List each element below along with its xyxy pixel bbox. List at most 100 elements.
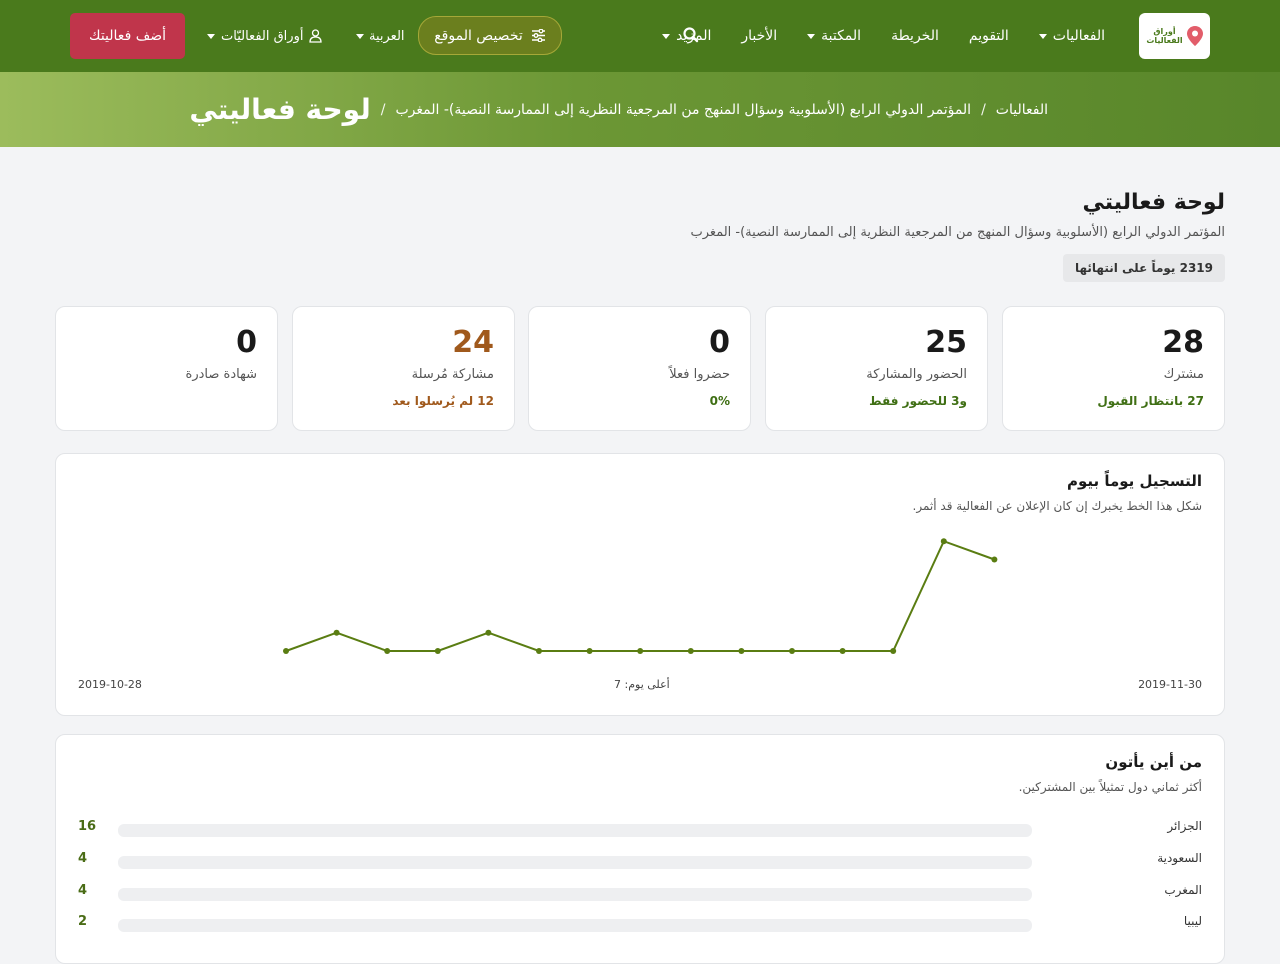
country-name: السعودية bbox=[1157, 851, 1202, 865]
country-bar bbox=[118, 919, 1032, 932]
stat-value: 0 bbox=[236, 325, 257, 360]
breadcrumb-event-link[interactable]: المؤتمر الدولي الرابع (الأسلوبية وسؤال ا… bbox=[395, 102, 971, 118]
stat-value: 24 bbox=[452, 325, 494, 360]
account-label: أوراق الفعاليّات bbox=[221, 28, 304, 44]
main-nav: الفعاليات التقويم الخريطة المكتبة الأخبا… bbox=[662, 0, 1105, 72]
chart-start-date: 2019-10-28 bbox=[78, 678, 142, 691]
customize-label: تخصيص الموقع bbox=[434, 27, 523, 44]
chart-point bbox=[789, 648, 795, 654]
country-bar bbox=[118, 888, 1032, 901]
stat-label: مشترك bbox=[1163, 367, 1204, 382]
add-event-button[interactable]: أضف فعاليتك bbox=[70, 13, 185, 59]
stat-card-certificates: 0 شهادة صادرة bbox=[55, 306, 278, 431]
breadcrumb-current: لوحة فعاليتي bbox=[189, 93, 371, 126]
language-switcher[interactable]: العربية bbox=[356, 0, 405, 72]
country-name: الجزائر bbox=[1167, 819, 1202, 833]
stat-sub: و3 للحضور فقط bbox=[869, 394, 967, 408]
days-remaining-badge: 2319 يوماً على انتهائها bbox=[1062, 254, 1225, 282]
account-menu[interactable]: أوراق الفعاليّات bbox=[207, 0, 323, 72]
stats-row: 28 مشترك 27 بانتظار القبول 25 الحضور وال… bbox=[55, 306, 1225, 431]
stat-sub: 27 بانتظار القبول bbox=[1097, 394, 1204, 408]
caret-down-icon bbox=[662, 33, 671, 39]
caret-down-icon bbox=[356, 33, 364, 39]
country-row: ليبيا 2 bbox=[78, 914, 1202, 934]
nav-item-calendar[interactable]: التقويم bbox=[969, 28, 1009, 44]
breadcrumb-banner: الفعاليات / المؤتمر الدولي الرابع (الأسل… bbox=[0, 72, 1280, 147]
add-event-label: أضف فعاليتك bbox=[89, 28, 166, 44]
site-logo[interactable]: أوراق الفعاليات bbox=[1139, 13, 1210, 59]
search-icon[interactable] bbox=[680, 24, 702, 46]
countries-subtitle: أكثر ثماني دول تمثيلاً بين المشتركين. bbox=[1018, 780, 1202, 794]
chart-end-date: 2019-11-30 bbox=[1138, 678, 1202, 691]
chart-point bbox=[485, 629, 492, 636]
country-row: الجزائر 16 bbox=[78, 819, 1202, 839]
country-bar bbox=[118, 824, 1032, 837]
nav-item-library[interactable]: المكتبة bbox=[807, 28, 861, 44]
language-label: العربية bbox=[369, 28, 405, 44]
chart-point bbox=[536, 648, 542, 654]
sliders-icon bbox=[531, 29, 545, 42]
nav-label: الخريطة bbox=[891, 28, 939, 44]
stat-value: 25 bbox=[925, 325, 967, 360]
stat-label: حضروا فعلاً bbox=[669, 367, 730, 382]
page-title: لوحة فعاليتي bbox=[1082, 190, 1225, 215]
stat-card-participants: 28 مشترك 27 بانتظار القبول bbox=[1002, 306, 1225, 431]
chart-point bbox=[890, 648, 897, 654]
chart-series-line bbox=[285, 539, 995, 652]
caret-down-icon bbox=[207, 33, 215, 39]
chart-point bbox=[991, 556, 998, 563]
page-subtitle: المؤتمر الدولي الرابع (الأسلوبية وسؤال ا… bbox=[690, 225, 1225, 240]
nav-label: الفعاليات bbox=[1052, 28, 1105, 44]
countries-panel: من أين يأتون أكثر ثماني دول تمثيلاً بين … bbox=[55, 734, 1225, 964]
chart-point bbox=[839, 648, 846, 654]
customize-site-button[interactable]: تخصيص الموقع bbox=[418, 16, 562, 55]
caret-down-icon bbox=[807, 33, 816, 39]
chart-point bbox=[384, 648, 391, 654]
nav-item-map[interactable]: الخريطة bbox=[891, 28, 939, 44]
stat-card-attendance: 25 الحضور والمشاركة و3 للحضور فقط bbox=[765, 306, 988, 431]
nav-label: المكتبة bbox=[821, 28, 862, 44]
chart-point bbox=[940, 538, 947, 545]
stat-value: 28 bbox=[1162, 325, 1204, 360]
chart-point bbox=[333, 629, 340, 636]
nav-label: الأخبار bbox=[741, 28, 778, 44]
country-name: ليبيا bbox=[1183, 914, 1202, 928]
logo-text: أوراق الفعاليات bbox=[1146, 27, 1182, 45]
nav-item-events[interactable]: الفعاليات bbox=[1038, 28, 1105, 44]
chart-point bbox=[687, 648, 694, 654]
user-icon bbox=[309, 29, 323, 43]
caret-down-icon bbox=[1038, 33, 1047, 39]
map-pin-icon bbox=[1186, 26, 1203, 46]
stat-value: 0 bbox=[709, 325, 730, 360]
stat-sub: 0% bbox=[709, 394, 730, 408]
countries-title: من أين يأتون bbox=[1105, 753, 1202, 771]
country-count: 2 bbox=[78, 914, 88, 929]
stat-label: شهادة صادرة bbox=[185, 367, 257, 382]
logo-line-2: الفعاليات bbox=[1146, 36, 1183, 45]
breadcrumb-separator: / bbox=[981, 101, 986, 118]
chart-point bbox=[434, 648, 441, 654]
chart-point bbox=[283, 648, 289, 654]
chart-point bbox=[738, 648, 745, 654]
stat-label: الحضور والمشاركة bbox=[866, 367, 967, 382]
top-navbar: أوراق الفعاليات الفعاليات التقويم الخريط… bbox=[0, 0, 1280, 72]
chart-peak-label: أعلى يوم: 7 bbox=[614, 678, 670, 691]
nav-item-news[interactable]: الأخبار bbox=[741, 28, 777, 44]
nav-label: التقويم bbox=[968, 28, 1009, 44]
country-bar bbox=[118, 856, 1032, 869]
stat-card-submissions: 24 مشاركة مُرسلة 12 لم يُرسلوا بعد bbox=[292, 306, 515, 431]
logo-line-1: أوراق bbox=[1153, 27, 1176, 36]
registration-chart-panel: التسجيل يوماً بيوم شكل هذا الخط يخبرك إن… bbox=[55, 453, 1225, 716]
country-row: السعودية 4 bbox=[78, 851, 1202, 871]
stat-card-attended: 0 حضروا فعلاً 0% bbox=[528, 306, 751, 431]
breadcrumb-separator: / bbox=[380, 101, 386, 118]
chart-point bbox=[586, 648, 593, 654]
chart-point bbox=[637, 648, 644, 654]
country-count: 16 bbox=[78, 819, 97, 834]
country-name: المغرب bbox=[1164, 883, 1202, 897]
breadcrumb-events-link[interactable]: الفعاليات bbox=[996, 102, 1048, 118]
stat-label: مشاركة مُرسلة bbox=[411, 367, 494, 382]
country-row: المغرب 4 bbox=[78, 883, 1202, 903]
country-count: 4 bbox=[78, 883, 88, 898]
breadcrumb: الفعاليات / المؤتمر الدولي الرابع (الأسل… bbox=[189, 72, 1048, 147]
